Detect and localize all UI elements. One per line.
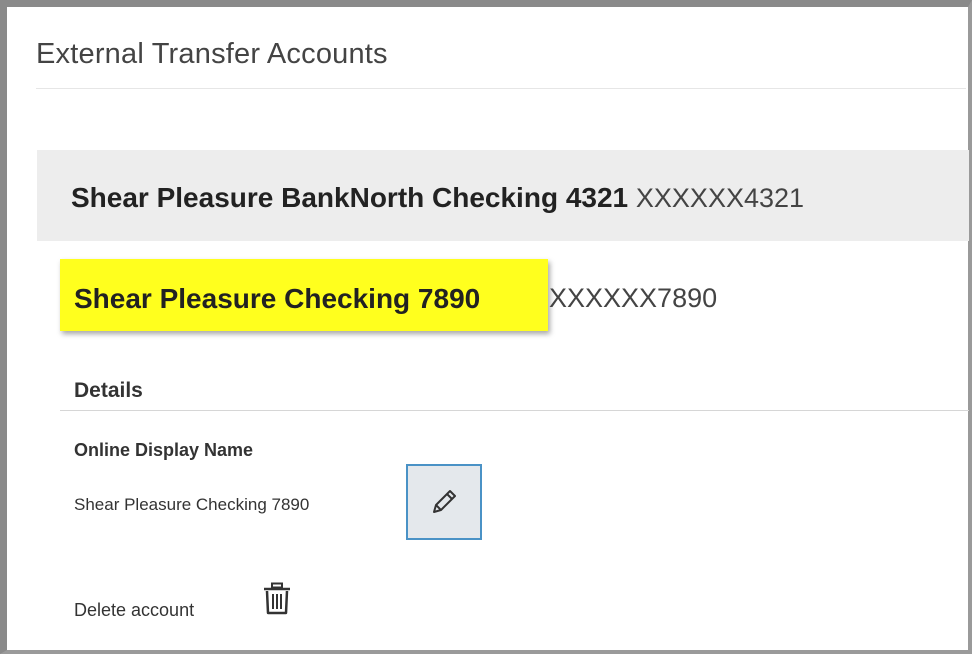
details-divider: [60, 410, 969, 411]
account-masked-number: XXXXXX4321: [635, 183, 805, 213]
account-masked-number: XXXXXX7890: [549, 283, 718, 313]
account-name: Shear Pleasure Checking 7890: [74, 283, 481, 314]
page-title: External Transfer Accounts: [36, 38, 388, 70]
delete-account-label[interactable]: Delete account: [74, 600, 194, 621]
online-display-name-label: Online Display Name: [74, 440, 254, 460]
pencil-icon: [433, 490, 456, 513]
title-divider: [36, 88, 966, 89]
details-heading: Details: [74, 379, 143, 402]
account-name: Shear Pleasure BankNorth Checking 4321: [71, 182, 629, 213]
online-display-name-value: Shear Pleasure Checking 7890: [74, 495, 310, 514]
account-name-label: Shear Pleasure BankNorth Checking 4321 X…: [71, 182, 804, 214]
trash-icon[interactable]: [262, 582, 292, 616]
edit-display-name-button[interactable]: [406, 464, 482, 540]
account-row[interactable]: Shear Pleasure BankNorth Checking 4321 X…: [37, 150, 969, 241]
